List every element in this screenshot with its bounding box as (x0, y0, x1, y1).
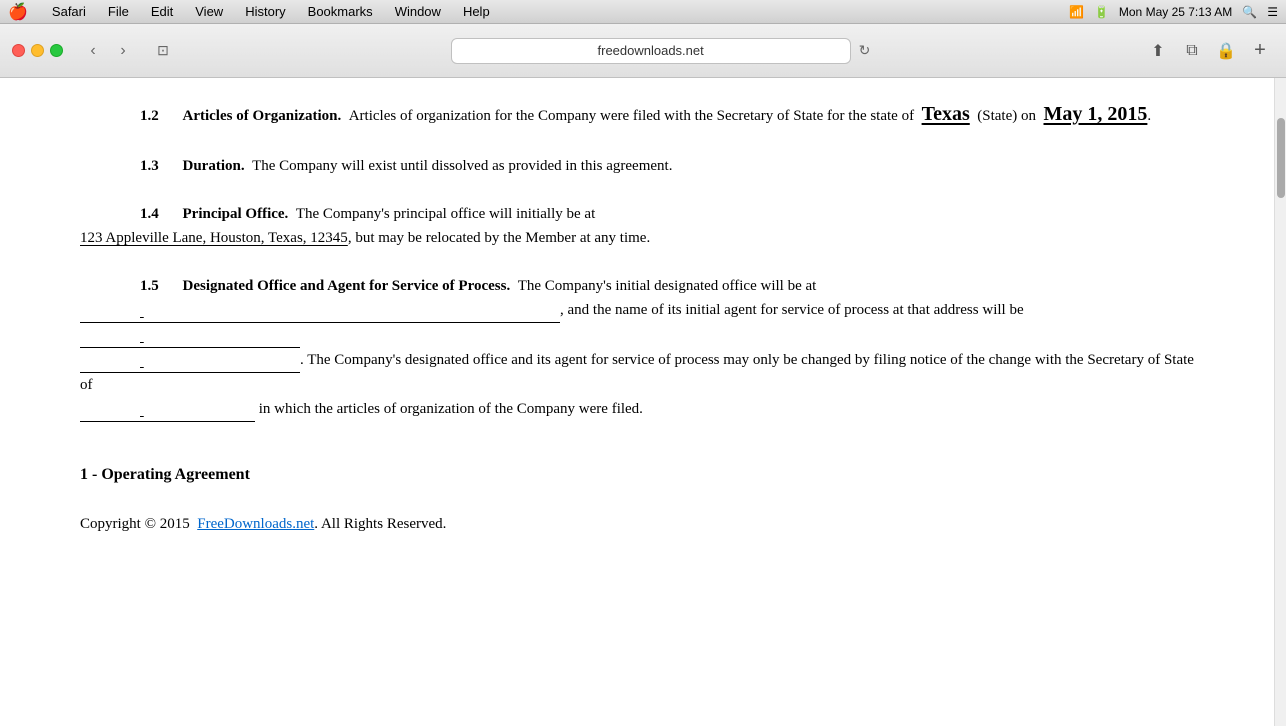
section-13-number: 1.3 (140, 158, 159, 174)
minimize-button[interactable] (31, 44, 44, 57)
new-tab-icon[interactable]: ⧉ (1178, 39, 1206, 63)
time-display: Mon May 25 7:13 AM (1119, 5, 1232, 19)
nav-buttons: ‹ › (79, 39, 137, 63)
add-tab-icon[interactable]: + (1246, 39, 1274, 63)
footer-heading: 1 - Operating Agreement (80, 462, 1194, 488)
scrollbar-thumb[interactable] (1277, 118, 1285, 198)
browser-window: ‹ › ⊡ freedownloads.net ↻ ⬆ ⧉ 🔒 + 1.2 Ar… (0, 24, 1286, 726)
page-content: 1.2 Articles of Organization. Articles o… (0, 78, 1274, 726)
menu-view[interactable]: View (191, 3, 227, 20)
url-text: freedownloads.net (598, 43, 704, 58)
copyright-label: Copyright © 2015 (80, 516, 190, 532)
menu-safari[interactable]: Safari (48, 3, 90, 20)
search-icon[interactable]: 🔍 (1242, 5, 1257, 19)
footer-heading-section: 1 - Operating Agreement (80, 462, 1194, 488)
forward-button[interactable]: › (109, 39, 137, 63)
menu-edit[interactable]: Edit (147, 3, 177, 20)
tab-view-button[interactable]: ⊡ (149, 39, 177, 63)
address-bar-container: freedownloads.net ↻ (185, 38, 1136, 64)
back-button[interactable]: ‹ (79, 39, 107, 63)
copyright-section: Copyright © 2015 FreeDownloads.net. All … (80, 512, 1194, 536)
apple-menu[interactable]: 🍎 (8, 2, 28, 22)
section-15-text2-and: , and the name of its initial agent for … (560, 302, 1024, 318)
sidebar-icon[interactable]: 🔒 (1212, 39, 1240, 63)
menu-history[interactable]: History (241, 3, 289, 20)
menu-help[interactable]: Help (459, 3, 494, 20)
copyright-end: . All Rights Reserved. (314, 516, 446, 532)
section-12-state: Texas (922, 103, 970, 125)
copyright-link[interactable]: FreeDownloads.net (197, 516, 314, 532)
section-13-text: The Company will exist until dissolved a… (252, 158, 672, 174)
section-15-blank2 (80, 323, 300, 348)
section-12-date: May 1, 2015 (1044, 103, 1148, 125)
menu-file[interactable]: File (104, 3, 133, 20)
section-12: 1.2 Articles of Organization. Articles o… (80, 98, 1194, 130)
section-14-text-after: , but may be relocated by the Member at … (348, 230, 650, 246)
section-15-text4: in which the articles of organization of… (259, 401, 643, 417)
section-13-title: Duration. (183, 158, 245, 174)
menu-bar-right: 📶 🔋 Mon May 25 7:13 AM 🔍 ☰ (1069, 5, 1278, 19)
toolbar-right: ⬆ ⧉ 🔒 + (1144, 39, 1274, 63)
section-13: 1.3 Duration. The Company will exist unt… (80, 154, 1194, 178)
section-14: 1.4 Principal Office. The Company's prin… (80, 202, 1194, 250)
menu-bar-items: Safari File Edit View History Bookmarks … (48, 3, 494, 20)
section-15-blank3 (80, 348, 300, 373)
close-button[interactable] (12, 44, 25, 57)
section-12-period: . (1147, 108, 1151, 124)
menu-bookmarks[interactable]: Bookmarks (304, 3, 377, 20)
section-14-text-before: The Company's principal office will init… (296, 206, 595, 222)
section-15-blank1 (80, 298, 560, 323)
copyright-text: Copyright © 2015 FreeDownloads.net. All … (80, 512, 1194, 536)
section-15: 1.5 Designated Office and Agent for Serv… (80, 274, 1194, 422)
wifi-icon: 📶 (1069, 5, 1084, 19)
section-15-number: 1.5 (140, 278, 159, 294)
content-area: 1.2 Articles of Organization. Articles o… (0, 78, 1286, 726)
section-14-address: 123 Appleville Lane, Houston, Texas, 123… (80, 230, 348, 246)
notification-icon[interactable]: ☰ (1267, 5, 1278, 19)
maximize-button[interactable] (50, 44, 63, 57)
section-12-number: 1.2 (140, 108, 159, 124)
section-15-title: Designated Office and Agent for Service … (183, 278, 511, 294)
scrollbar[interactable] (1274, 78, 1286, 726)
section-12-title: Articles of Organization. (183, 108, 342, 124)
battery-icon: 🔋 (1094, 5, 1109, 19)
section-15-text1: The Company's initial designated office … (518, 278, 817, 294)
section-12-text-middle: (State) on (977, 108, 1036, 124)
section-14-title: Principal Office. (183, 206, 289, 222)
menu-bar: 🍎 Safari File Edit View History Bookmark… (0, 0, 1286, 24)
traffic-lights (12, 44, 63, 57)
section-14-number: 1.4 (140, 206, 159, 222)
address-bar[interactable]: freedownloads.net (451, 38, 851, 64)
refresh-button[interactable]: ↻ (859, 42, 871, 59)
menu-window[interactable]: Window (391, 3, 445, 20)
share-icon[interactable]: ⬆ (1144, 39, 1172, 63)
title-bar: ‹ › ⊡ freedownloads.net ↻ ⬆ ⧉ 🔒 + (0, 24, 1286, 78)
section-15-blank4 (80, 397, 255, 422)
section-12-text-before: Articles of organization for the Company… (349, 108, 914, 124)
